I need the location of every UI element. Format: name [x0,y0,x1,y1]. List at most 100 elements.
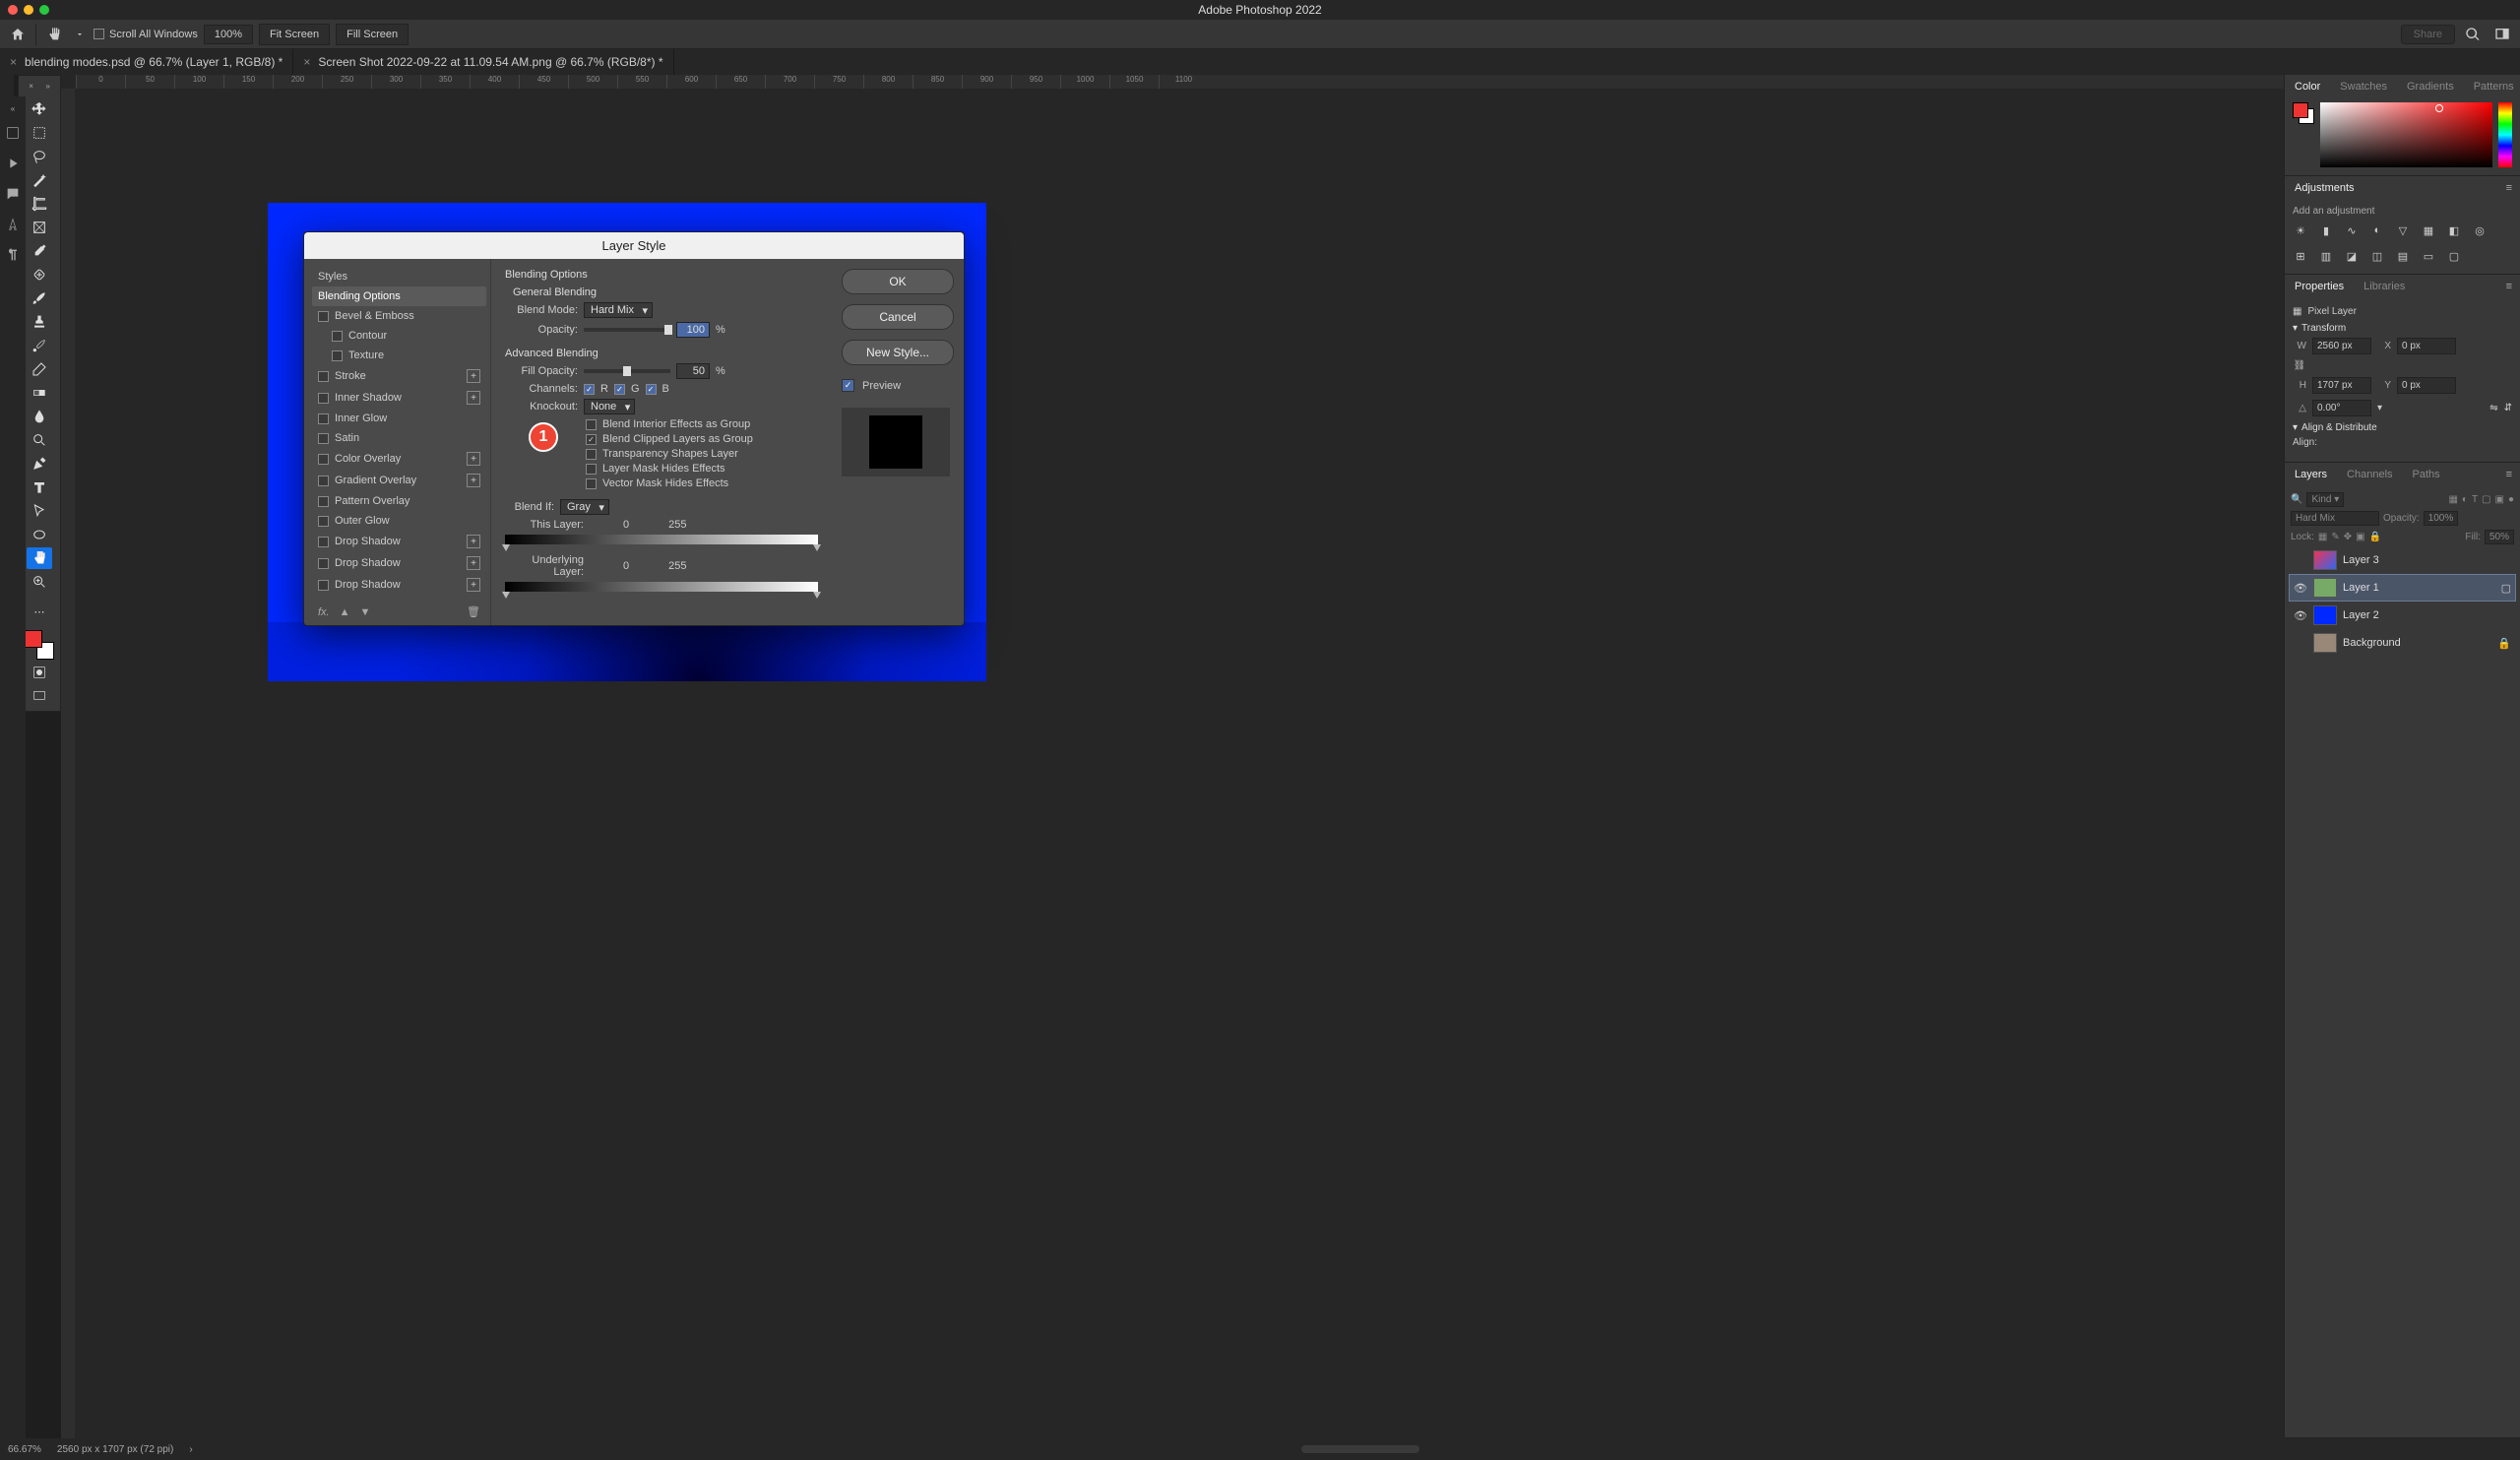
panel-menu-icon[interactable]: ≡ [2502,469,2516,480]
add-icon[interactable]: + [467,535,480,548]
chevron-right-icon[interactable]: › [189,1444,192,1455]
filter-smart-icon[interactable]: ▣ [2495,494,2504,505]
character-icon[interactable] [5,217,21,235]
sidebar-item-outer-glow[interactable]: Outer Glow [312,511,486,531]
photo-filter-icon[interactable]: ◎ [2472,222,2488,238]
fx-icon[interactable]: fx. [318,606,330,618]
close-icon[interactable]: × [303,55,310,69]
gradient-tool[interactable] [27,382,52,404]
sidebar-item-drop-shadow[interactable]: Drop Shadow+ [312,531,486,552]
expand-icon[interactable]: « [11,104,15,113]
add-icon[interactable]: + [467,369,480,383]
blur-tool[interactable] [27,406,52,427]
sidebar-item-blending-options[interactable]: Blending Options [312,286,486,306]
trash-icon[interactable]: 🗑 [467,605,480,618]
fill-screen-button[interactable]: Fill Screen [336,24,409,45]
quickmask-button[interactable] [27,662,52,683]
brightness-icon[interactable]: ☀ [2293,222,2308,238]
zoom-level[interactable]: 66.67% [8,1444,41,1455]
sidebar-item-pattern-overlay[interactable]: Pattern Overlay [312,491,486,511]
minimize-window-button[interactable] [24,5,33,15]
transparency-shapes-checkbox[interactable]: Transparency Shapes Layer [586,448,818,460]
crop-tool[interactable] [27,193,52,215]
chevron-down-icon[interactable] [72,27,88,42]
marquee-tool[interactable] [27,122,52,144]
layer-row[interactable]: Background 🔒 [2289,629,2516,657]
add-icon[interactable]: + [467,391,480,405]
tab-adjustments[interactable]: Adjustments [2289,178,2361,198]
blend-mode-select[interactable]: Hard Mix [2291,511,2379,526]
tab-paths[interactable]: Paths [2407,465,2446,484]
dodge-tool[interactable] [27,429,52,451]
flip-h-icon[interactable]: ⇋ [2489,403,2497,413]
invert-icon[interactable]: ◪ [2344,248,2360,264]
edit-toolbar-button[interactable]: ⋯ [27,601,52,622]
tab-layers[interactable]: Layers [2289,465,2333,484]
add-icon[interactable]: + [467,452,480,466]
channel-b-checkbox[interactable] [646,384,657,395]
filter-toggle[interactable]: ● [2508,494,2514,505]
channel-r-checkbox[interactable] [584,384,595,395]
x-input[interactable] [2397,338,2456,354]
channel-g-checkbox[interactable] [614,384,625,395]
width-input[interactable] [2312,338,2371,354]
search-icon[interactable] [2461,23,2485,46]
panel-menu-icon[interactable]: ≡ [2502,182,2516,194]
home-icon[interactable] [6,23,30,46]
hand-tool-icon[interactable] [42,23,66,46]
sidebar-item-inner-shadow[interactable]: Inner Shadow+ [312,387,486,409]
add-icon[interactable]: + [467,556,480,570]
lock-all-icon[interactable]: 🔒 [2369,532,2381,542]
canvas-area[interactable]: 0501001502002503003504004505005506006507… [61,75,2284,1438]
ok-button[interactable]: OK [842,269,954,294]
transform-section[interactable]: ▾Transform [2293,323,2512,334]
close-icon[interactable]: × [10,55,17,69]
zoom-tool[interactable] [27,571,52,593]
paragraph-icon[interactable] [5,247,21,266]
visibility-icon[interactable]: 👁 [2294,582,2307,595]
learn-icon[interactable] [5,125,21,144]
hue-icon[interactable]: ▦ [2421,222,2436,238]
pen-tool[interactable] [27,453,52,475]
expand-icon[interactable]: » [45,82,49,91]
move-tool[interactable] [27,98,52,120]
doc-info[interactable]: 2560 px x 1707 px (72 ppi) [57,1444,173,1455]
panel-menu-icon[interactable]: ≡ [2502,281,2516,292]
type-tool[interactable] [27,476,52,498]
color-swatches[interactable] [25,630,54,660]
channel-mixer-icon[interactable]: ⊞ [2293,248,2308,264]
close-window-button[interactable] [8,5,18,15]
add-icon[interactable]: + [467,474,480,487]
filter-adj-icon[interactable]: ◐ [2462,494,2468,505]
curves-icon[interactable]: ∿ [2344,222,2360,238]
underlying-layer-slider[interactable] [505,582,818,592]
eraser-tool[interactable] [27,358,52,380]
filter-type-icon[interactable]: T [2472,494,2478,505]
exposure-icon[interactable]: ◐ [2369,222,2385,238]
layer-row[interactable]: Layer 3 [2289,546,2516,574]
history-brush-tool[interactable] [27,335,52,356]
tab-patterns[interactable]: Patterns [2468,77,2520,96]
sidebar-item-contour[interactable]: Contour [312,326,486,346]
fill-opacity-slider[interactable] [584,369,670,373]
levels-icon[interactable]: ▮ [2318,222,2334,238]
threshold-icon[interactable]: ▤ [2395,248,2411,264]
share-button[interactable]: Share [2401,25,2455,44]
selective-color-icon[interactable]: ▢ [2446,248,2462,264]
layer-fill-input[interactable]: 50% [2485,530,2514,544]
tab-gradients[interactable]: Gradients [2401,77,2460,96]
sidebar-item-stroke[interactable]: Stroke+ [312,365,486,387]
maximize-window-button[interactable] [39,5,49,15]
blend-mode-select[interactable]: Hard Mix ▾ [584,302,653,318]
up-icon[interactable]: ▲ [340,606,350,618]
cancel-button[interactable]: Cancel [842,304,954,330]
opacity-input[interactable]: 100 [676,322,710,338]
down-icon[interactable]: ▼ [360,606,371,618]
tab-properties[interactable]: Properties [2289,277,2350,296]
document-tab[interactable]: × blending modes.psd @ 66.7% (Layer 1, R… [0,49,293,75]
search-icon[interactable]: 🔍 [2291,494,2302,505]
visibility-icon[interactable]: 👁 [2294,609,2307,622]
bw-icon[interactable]: ◧ [2446,222,2462,238]
hue-slider[interactable] [2498,102,2512,167]
tab-libraries[interactable]: Libraries [2358,277,2411,296]
